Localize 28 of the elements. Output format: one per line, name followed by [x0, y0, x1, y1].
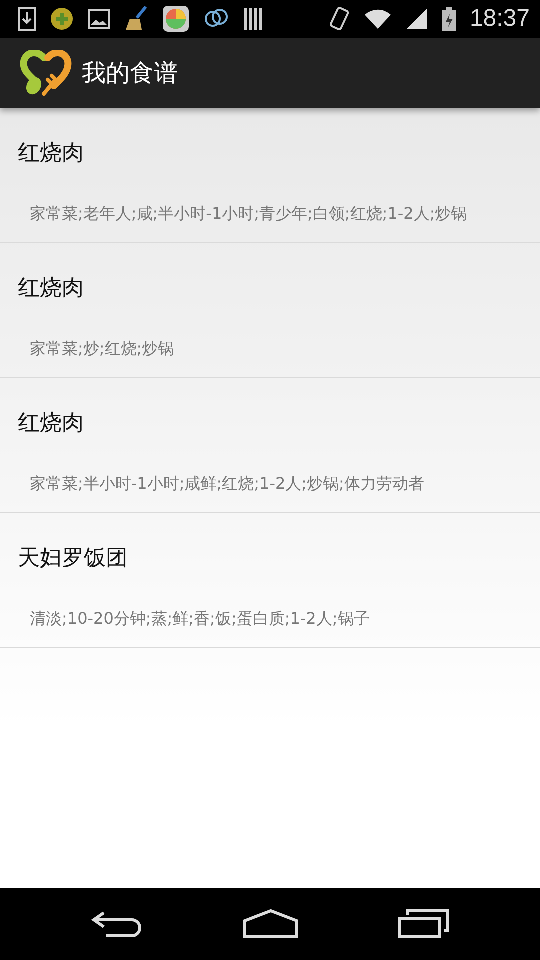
clock-time: 18:37 [470, 5, 530, 33]
recipe-row[interactable]: 天妇罗饭团 清淡;10-20分钟;蒸;鲜;香;饭;蛋白质;1-2人;锅子 [0, 513, 540, 648]
download-icon [18, 7, 36, 31]
recipe-row[interactable]: 红烧肉 家常菜;老年人;咸;半小时-1小时;青少年;白领;红烧;1-2人;炒锅 [0, 108, 540, 243]
barcode-icon [244, 8, 264, 30]
recipe-tags: 家常菜;炒;红烧;炒锅 [30, 339, 174, 359]
recipe-name: 天妇罗饭团 [18, 545, 128, 573]
recent-apps-icon[interactable] [398, 909, 450, 939]
recipe-name: 红烧肉 [18, 275, 84, 303]
home-icon[interactable] [242, 909, 299, 939]
back-icon[interactable] [90, 909, 144, 939]
recipe-tags: 家常菜;老年人;咸;半小时-1小时;青少年;白领;红烧;1-2人;炒锅 [30, 204, 468, 224]
recipe-row[interactable]: 红烧肉 家常菜;炒;红烧;炒锅 [0, 243, 540, 378]
plus-badge-icon [50, 7, 74, 31]
broom-icon [124, 6, 148, 32]
signal-icon [406, 8, 428, 30]
recipe-tags: 清淡;10-20分钟;蒸;鲜;香;饭;蛋白质;1-2人;锅子 [30, 609, 370, 629]
phone-rotate-icon [330, 7, 350, 31]
battery-charging-icon [442, 7, 456, 31]
recipe-tags: 家常菜;半小时-1小时;咸鲜;红烧;1-2人;炒锅;体力劳动者 [30, 474, 424, 494]
image-icon [88, 9, 110, 29]
app-title: 我的食谱 [82, 58, 178, 89]
wifi-icon [364, 8, 392, 30]
app-icon [162, 5, 190, 33]
heart-logo-icon [20, 50, 72, 96]
recipe-row[interactable]: 红烧肉 家常菜;半小时-1小时;咸鲜;红烧;1-2人;炒锅;体力劳动者 [0, 378, 540, 513]
recipe-name: 红烧肉 [18, 410, 84, 438]
recipe-name: 红烧肉 [18, 140, 84, 168]
